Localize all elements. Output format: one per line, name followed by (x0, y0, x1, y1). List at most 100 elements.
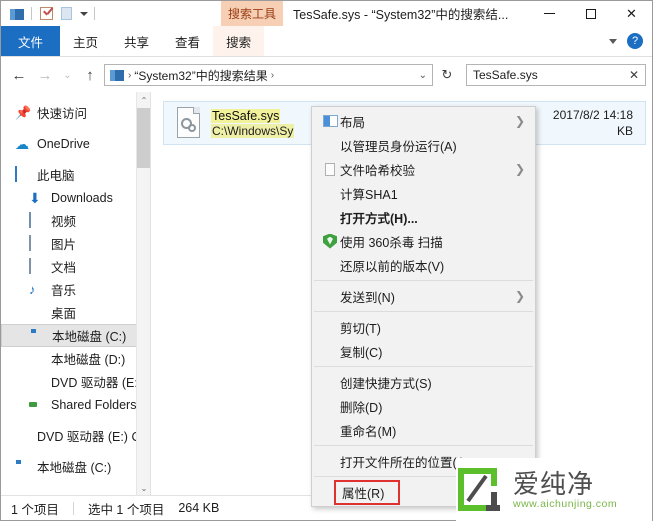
sidebar-item-local-disk-c[interactable]: 本地磁盘 (C:) (1, 324, 150, 347)
sidebar-item-downloads[interactable]: ⬇ Downloads (1, 186, 150, 209)
close-button[interactable]: ✕ (611, 1, 652, 26)
menu-separator (314, 445, 533, 446)
sidebar-item-label: 桌面 (51, 307, 77, 321)
sidebar-item-label: DVD 驱动器 (E:) (51, 376, 142, 390)
menu-item-label: 重命名(M) (340, 424, 397, 439)
breadcrumb-current[interactable]: “System32”中的搜索结果 (134, 67, 267, 84)
documents-icon (29, 257, 45, 275)
menu-item-open-with[interactable]: 打开方式(H)... (312, 205, 535, 229)
system-drive-icon (15, 459, 31, 475)
sidebar-item-videos[interactable]: 视频 (1, 209, 150, 232)
up-button[interactable] (78, 63, 102, 87)
close-icon[interactable]: ✕ (629, 68, 639, 82)
recent-locations-icon[interactable]: ⌄ (59, 63, 76, 87)
minimize-button[interactable] (529, 1, 570, 26)
help-icon[interactable]: ? (627, 33, 643, 49)
menu-item-send-to[interactable]: 发送到(N) ❯ (312, 284, 535, 308)
menu-item-label: 打开方式(H)... (340, 211, 418, 226)
drive-icon (29, 351, 45, 367)
breadcrumb-root-icon[interactable] (108, 67, 125, 83)
menu-item-label: 使用 360杀毒 扫描 (340, 235, 443, 250)
navigation-scrollbar[interactable]: ⌃ ⌄ (136, 92, 150, 496)
file-explorer-window: 搜索工具 TesSafe.sys - “System32”中的搜索结... ✕ … (0, 0, 653, 521)
dvd-icon (29, 374, 45, 390)
navigation-pane: 📌 快速访问 ☁ OneDrive 此电脑 ⬇ Downloads 视频 图片 … (1, 92, 151, 496)
sidebar-item-label: OneDrive (37, 136, 90, 151)
watermark-text: 爱纯净 www.aichunjing.com (513, 470, 617, 510)
search-input-value: TesSafe.sys (473, 68, 538, 82)
menu-item-delete[interactable]: 删除(D) (312, 394, 535, 418)
cloud-icon: ☁ (15, 135, 29, 152)
status-selection-size: 264 KB (178, 501, 220, 515)
sidebar-item-onedrive[interactable]: ☁ OneDrive (1, 132, 150, 155)
window-title: TesSafe.sys - “System32”中的搜索结... (293, 8, 509, 22)
toolbar-divider-2 (94, 7, 95, 20)
tab-file[interactable]: 文件 (1, 26, 61, 56)
sidebar-item-label: DVD 驱动器 (E:) C (37, 430, 141, 444)
menu-item-scan-with-360[interactable]: 使用 360杀毒 扫描 (312, 229, 535, 253)
properties-checkbox-icon[interactable] (38, 6, 55, 22)
customize-qat-chevron-icon[interactable] (80, 11, 88, 16)
sidebar-item-desktop[interactable]: 桌面 (1, 301, 150, 324)
menu-item-compute-sha1[interactable]: 计算SHA1 (312, 181, 535, 205)
watermark: 爱纯净 www.aichunjing.com (456, 458, 652, 521)
sidebar-item-label: 视频 (51, 215, 77, 229)
sidebar-item-label: Downloads (51, 190, 113, 205)
sidebar-item-local-disk-c-root[interactable]: 本地磁盘 (C:) (1, 455, 150, 478)
tab-home[interactable]: 主页 (60, 26, 111, 56)
tab-search[interactable]: 搜索 (213, 26, 265, 56)
breadcrumb-separator-tail[interactable]: › (271, 70, 274, 81)
sidebar-item-label: 本地磁盘 (D:) (51, 353, 126, 367)
shield-icon (320, 233, 340, 249)
folder-icon[interactable] (8, 6, 25, 22)
sidebar-item-music[interactable]: ♪ 音乐 (1, 278, 150, 301)
forward-button[interactable] (33, 63, 57, 87)
videos-icon (29, 211, 45, 229)
sidebar-item-label: 音乐 (51, 284, 77, 298)
sidebar-item-documents[interactable]: 文档 (1, 255, 150, 278)
file-path: C:\Windows\Sy (211, 123, 295, 138)
back-button[interactable] (7, 63, 31, 87)
tab-share[interactable]: 共享 (111, 26, 162, 56)
window-buttons: ✕ (529, 1, 652, 26)
ribbon-tab-bar: 文件 主页 共享 查看 搜索 ? (1, 26, 652, 57)
menu-item-cut[interactable]: 剪切(T) (312, 315, 535, 339)
sidebar-item-this-pc[interactable]: 此电脑 (1, 163, 150, 186)
sidebar-item-quick-access[interactable]: 📌 快速访问 (1, 101, 150, 124)
sidebar-item-dvd-drive-e[interactable]: DVD 驱动器 (E:) (1, 370, 150, 393)
chevron-down-icon[interactable] (609, 38, 617, 44)
watermark-url: www.aichunjing.com (513, 497, 618, 510)
menu-item-rename[interactable]: 重命名(M) (312, 418, 535, 442)
scroll-down-icon[interactable]: ⌄ (137, 480, 150, 496)
sidebar-item-shared-folders[interactable]: Shared Folders (1, 393, 150, 416)
search-input[interactable]: TesSafe.sys ✕ (466, 64, 646, 86)
sidebar-item-label: 文档 (51, 261, 77, 275)
menu-separator (314, 280, 533, 281)
refresh-button[interactable]: ↻ (435, 63, 459, 87)
new-folder-icon[interactable] (58, 6, 75, 22)
address-path-field[interactable]: › “System32”中的搜索结果 › ⌄ (104, 64, 433, 86)
chevron-right-icon: ❯ (514, 289, 525, 303)
menu-separator (314, 311, 533, 312)
menu-item-create-shortcut[interactable]: 创建快捷方式(S) (312, 370, 535, 394)
ribbon-right-controls: ? (609, 26, 652, 56)
scroll-up-icon[interactable]: ⌃ (137, 92, 150, 108)
menu-item-file-hash-check[interactable]: 文件哈希校验 ❯ (312, 157, 535, 181)
menu-item-copy[interactable]: 复制(C) (312, 339, 535, 363)
file-name: TesSafe.sys (211, 108, 281, 123)
tab-view[interactable]: 查看 (162, 26, 213, 56)
menu-item-run-as-administrator[interactable]: 以管理员身份运行(A) (312, 133, 535, 157)
sidebar-item-dvd-drive-e-root[interactable]: DVD 驱动器 (E:) C (1, 424, 150, 447)
sidebar-item-local-disk-d[interactable]: 本地磁盘 (D:) (1, 347, 150, 370)
scrollbar-thumb[interactable] (137, 108, 150, 168)
maximize-button[interactable] (570, 1, 611, 26)
menu-item-layout[interactable]: 布局 ❯ (312, 109, 535, 133)
menu-item-restore-previous-versions[interactable]: 还原以前的版本(V) (312, 253, 535, 277)
quick-access-toolbar (1, 6, 98, 22)
sidebar-item-pictures[interactable]: 图片 (1, 232, 150, 255)
toolbar-divider (31, 7, 32, 20)
address-dropdown-icon[interactable]: ⌄ (419, 70, 427, 81)
dvd-icon (15, 428, 31, 444)
